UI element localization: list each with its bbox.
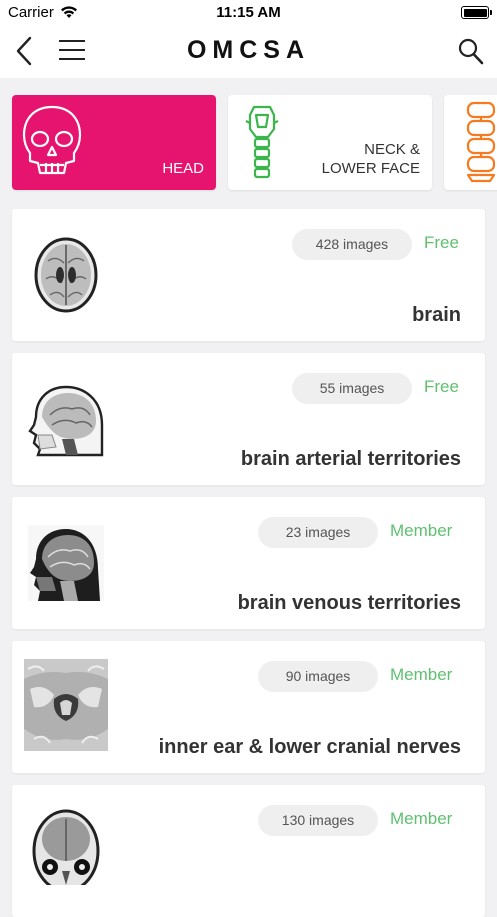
category-neck-label-line1: NECK &: [364, 141, 420, 158]
list-item-brain-arterial-territories[interactable]: 55 images Free brain arterial territorie…: [12, 353, 485, 485]
sagittal-head-thumbnail: [28, 385, 108, 457]
item-title: brain: [412, 304, 461, 326]
access-badge: Free: [424, 233, 459, 252]
image-count-badge: 130 images: [258, 805, 378, 836]
skull-icon: [20, 103, 84, 188]
item-title: brain venous territories: [237, 592, 461, 614]
list-item-inner-ear-lower-cranial-nerves[interactable]: 90 images Member inner ear & lower crani…: [12, 641, 485, 773]
neck-icon: [242, 101, 282, 186]
category-strip[interactable]: HEAD NECK & LOWER FACE: [0, 94, 497, 192]
battery-icon: [461, 6, 492, 19]
search-icon[interactable]: [457, 36, 485, 66]
access-badge: Member: [390, 809, 453, 828]
category-neck-lower-face[interactable]: NECK & LOWER FACE: [228, 95, 432, 190]
access-badge: Member: [390, 521, 453, 540]
app-title: OMCSA: [186, 36, 311, 64]
list-item-brain-venous-territories[interactable]: 23 images Member brain venous territorie…: [12, 497, 485, 629]
category-head[interactable]: HEAD: [12, 95, 216, 190]
image-count-badge: 90 images: [258, 661, 378, 692]
category-neck-label-line2: LOWER FACE: [321, 160, 420, 177]
list-item-brain[interactable]: 428 images Free brain: [12, 209, 485, 341]
item-title: inner ear & lower cranial nerves: [158, 736, 461, 758]
image-count-badge: 55 images: [292, 373, 412, 404]
access-badge: Free: [424, 377, 459, 396]
image-count-badge: 23 images: [258, 517, 378, 548]
status-time: 11:15 AM: [216, 4, 281, 21]
category-head-label: HEAD: [162, 160, 204, 177]
category-spine[interactable]: [444, 95, 497, 190]
sagittal-mri-thumbnail: [28, 525, 104, 601]
list-item-partial[interactable]: 130 images Member: [12, 785, 485, 917]
image-count-badge: 428 images: [292, 229, 412, 260]
item-title: brain arterial territories: [240, 448, 461, 470]
category-neck-label: NECK & LOWER FACE: [322, 140, 420, 178]
coronal-head-thumbnail: [28, 805, 104, 885]
spine-icon: [462, 99, 497, 188]
axial-skull-base-thumbnail: [24, 659, 108, 751]
status-bar: Carrier 11:15 AM: [0, 0, 497, 26]
nav-bar: OMCSA: [0, 26, 497, 78]
access-badge: Member: [390, 665, 453, 684]
axial-brain-thumbnail: [30, 233, 102, 317]
